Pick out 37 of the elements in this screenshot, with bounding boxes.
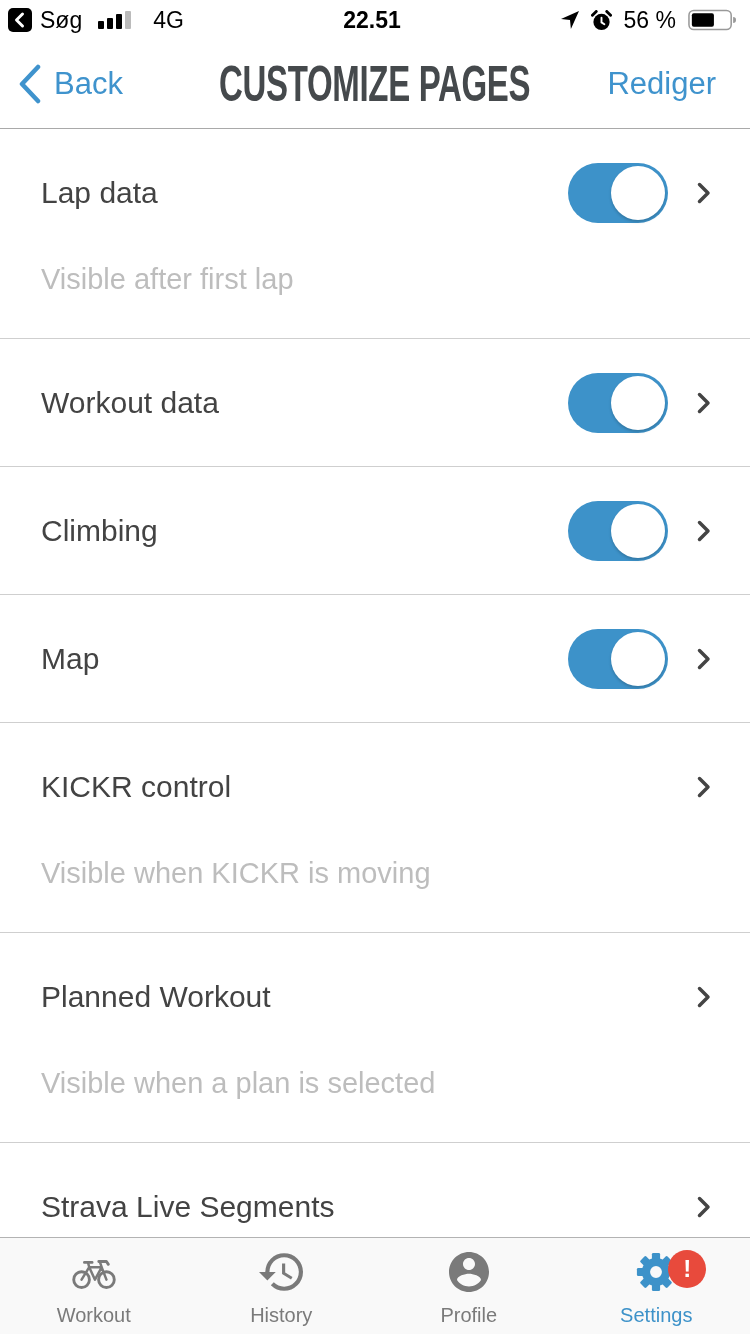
chevron-right-icon[interactable]: [697, 647, 711, 670]
back-icon: [8, 8, 32, 32]
battery-percent: 56 %: [623, 6, 676, 34]
network-type: 4G: [153, 6, 184, 34]
chevron-right-icon[interactable]: [697, 519, 711, 542]
list-item-note: Visible after first lap: [41, 263, 294, 295]
tab-bar-item[interactable]: History: [187, 1238, 375, 1334]
signal-icon: [98, 11, 132, 29]
chevron-right-icon[interactable]: [697, 775, 711, 798]
back-button[interactable]: Back: [18, 64, 123, 104]
list-item-title: Lap data: [41, 175, 158, 210]
clock-time: 22.51: [343, 6, 401, 34]
tab-bar-item[interactable]: Workout: [0, 1238, 188, 1334]
history-icon: [259, 1252, 304, 1292]
edit-button[interactable]: Rediger: [607, 66, 716, 102]
notification-badge: !: [668, 1250, 707, 1288]
battery-icon: [688, 9, 736, 31]
chevron-right-icon[interactable]: [697, 1195, 711, 1218]
location-arrow-icon: [560, 11, 579, 29]
page-title: CUSTOMIZE PAGES: [219, 55, 531, 113]
list-item-note: Visible when a plan is selected: [41, 1067, 436, 1099]
chevron-right-icon[interactable]: [697, 391, 711, 414]
list-item-title: KICKR control: [41, 769, 232, 804]
list-item-title: Map: [41, 641, 100, 676]
tab-bar-item[interactable]: Profile: [375, 1238, 563, 1334]
person-icon: [446, 1252, 491, 1292]
chevron-left-icon: [18, 64, 42, 104]
chevron-right-icon[interactable]: [697, 181, 711, 204]
alarm-clock-icon: [590, 9, 612, 31]
list-item-title: Climbing: [41, 513, 158, 548]
tab-bar-item[interactable]: Settings !: [562, 1238, 750, 1334]
list-item-title: Planned Workout: [41, 979, 271, 1014]
list-item-title: Strava Live Segments: [41, 1189, 335, 1224]
chevron-right-icon[interactable]: [697, 985, 711, 1008]
return-to-app-button[interactable]: Søg: [8, 6, 83, 34]
list-item-note: Visible when KICKR is moving: [41, 857, 431, 889]
list-item-title: Workout data: [41, 385, 219, 420]
